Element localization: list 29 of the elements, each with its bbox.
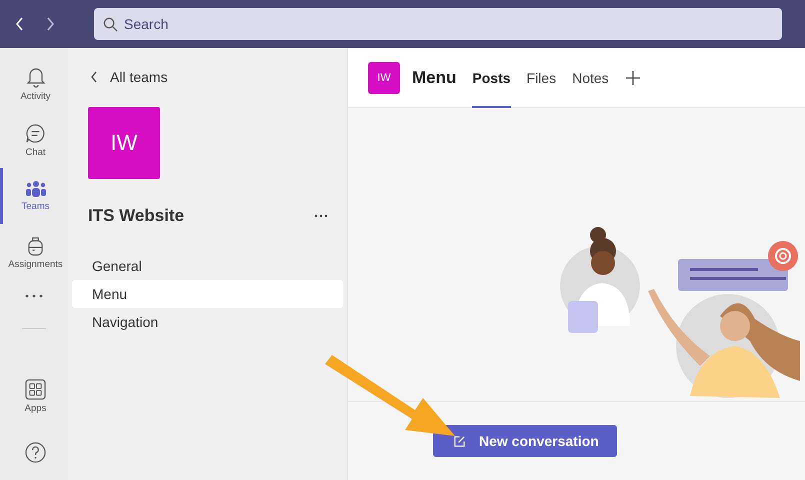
tab[interactable]: Notes	[572, 48, 609, 108]
apps-icon	[25, 378, 46, 400]
search-field[interactable]: Search	[94, 8, 782, 40]
tab[interactable]: Files	[526, 48, 556, 108]
rail-item[interactable]: Assignments	[0, 224, 68, 280]
add-icon[interactable]	[624, 70, 641, 86]
more-icon[interactable]	[24, 294, 44, 298]
channel-title: Menu	[412, 68, 456, 88]
people-icon	[24, 180, 46, 198]
rail-item[interactable]: Activity	[0, 56, 68, 112]
rail-item[interactable]: Apps	[0, 368, 68, 424]
all-teams-link[interactable]: All teams	[90, 69, 168, 85]
channel-item[interactable]: Menu	[72, 280, 343, 308]
team-name: ITS Website	[88, 206, 184, 226]
channel-item[interactable]: General	[72, 252, 343, 280]
rail-item[interactable]: Chat	[0, 112, 68, 168]
team-avatar: IW	[368, 62, 400, 94]
chevron-left-icon	[90, 71, 98, 83]
more-icon[interactable]	[314, 214, 328, 218]
team-avatar: IW	[88, 107, 160, 179]
chat-icon	[25, 122, 46, 144]
tab[interactable]: Posts	[472, 48, 511, 108]
search-icon	[103, 17, 118, 32]
channel-item[interactable]: Navigation	[72, 308, 343, 336]
new-conversation-button[interactable]: New conversation	[433, 425, 617, 457]
backpack-icon	[26, 234, 45, 256]
compose-icon	[453, 434, 466, 448]
bell-icon	[26, 66, 46, 88]
help-icon	[25, 442, 46, 462]
